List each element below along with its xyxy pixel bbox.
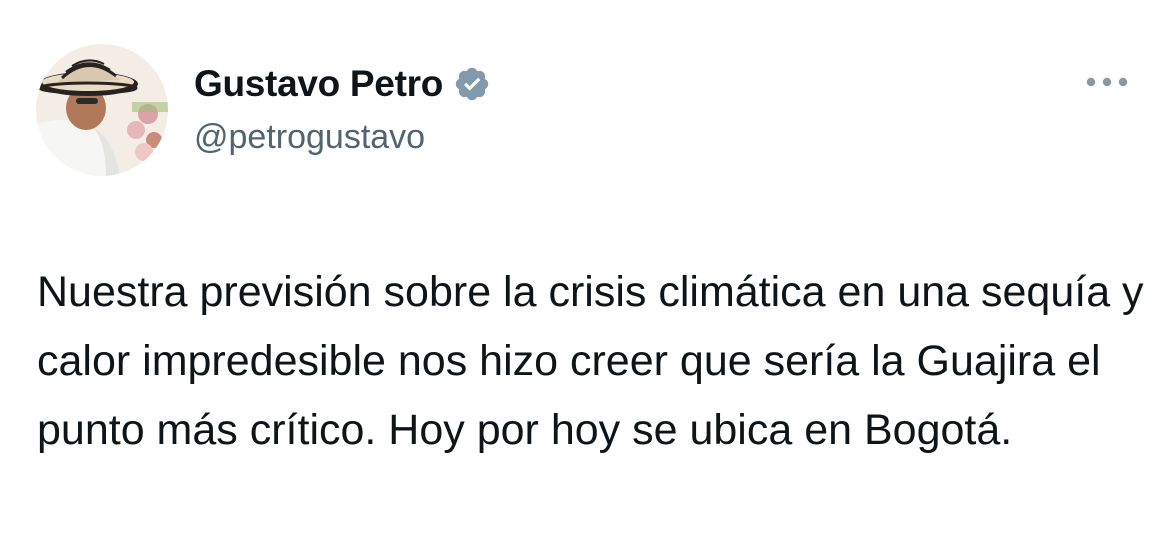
author-display-name[interactable]: Gustavo Petro xyxy=(194,60,491,108)
author-handle[interactable]: @petrogustavo xyxy=(194,114,425,160)
tweet-card: Gustavo Petro @petrogustavo Nuestra prev… xyxy=(0,0,1170,559)
avatar-image xyxy=(36,44,168,176)
verified-badge-icon xyxy=(453,65,491,103)
more-options-icon[interactable] xyxy=(1082,64,1134,100)
author-avatar[interactable] xyxy=(36,44,168,176)
tweet-text: Nuestra previsión sobre la crisis climát… xyxy=(37,268,1144,454)
author-name-text: Gustavo Petro xyxy=(194,63,443,104)
